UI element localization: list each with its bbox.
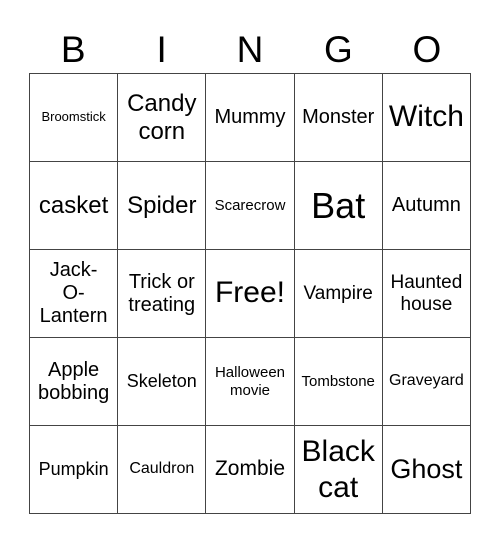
free-space-cell[interactable]: Free!: [206, 250, 295, 338]
header-letter-i: I: [156, 29, 167, 70]
bingo-cell[interactable]: Broomstick: [30, 74, 119, 162]
bingo-cell[interactable]: Graveyard: [382, 338, 471, 426]
bingo-cell[interactable]: Vampire: [294, 250, 383, 338]
bingo-cell[interactable]: Skeleton: [118, 338, 207, 426]
header-letter-o: O: [412, 29, 442, 70]
header-letter-b: B: [60, 29, 86, 70]
bingo-cell[interactable]: Apple bobbing: [30, 338, 119, 426]
bingo-cell[interactable]: Jack-O-Lantern: [30, 250, 119, 338]
bingo-cell[interactable]: Pumpkin: [30, 426, 119, 514]
bingo-cell[interactable]: Trick or treating: [118, 250, 207, 338]
bingo-cell[interactable]: Mummy: [206, 74, 295, 162]
header-letter-n: N: [236, 29, 264, 70]
bingo-cell[interactable]: Monster: [294, 74, 383, 162]
header-letter-g: G: [324, 29, 353, 70]
bingo-cell[interactable]: Bat: [294, 162, 383, 250]
bingo-cell[interactable]: Ghost: [382, 426, 471, 514]
bingo-cell[interactable]: Candy corn: [118, 74, 207, 162]
bingo-cell[interactable]: Cauldron: [118, 426, 207, 514]
bingo-cell[interactable]: Black cat: [294, 426, 383, 514]
bingo-cell[interactable]: Spider: [118, 162, 207, 250]
bingo-card-grid: Broomstick Candy corn Mummy Monster Witc…: [29, 73, 471, 514]
bingo-cell[interactable]: Autumn: [382, 162, 471, 250]
bingo-header: B I N G O: [29, 27, 471, 73]
bingo-cell[interactable]: Zombie: [206, 426, 295, 514]
bingo-cell[interactable]: Haunted house: [382, 250, 471, 338]
bingo-cell[interactable]: Tombstone: [294, 338, 383, 426]
bingo-cell[interactable]: Witch: [382, 74, 471, 162]
bingo-cell[interactable]: Halloween movie: [206, 338, 295, 426]
bingo-cell[interactable]: Scarecrow: [206, 162, 295, 250]
bingo-cell[interactable]: casket: [30, 162, 119, 250]
